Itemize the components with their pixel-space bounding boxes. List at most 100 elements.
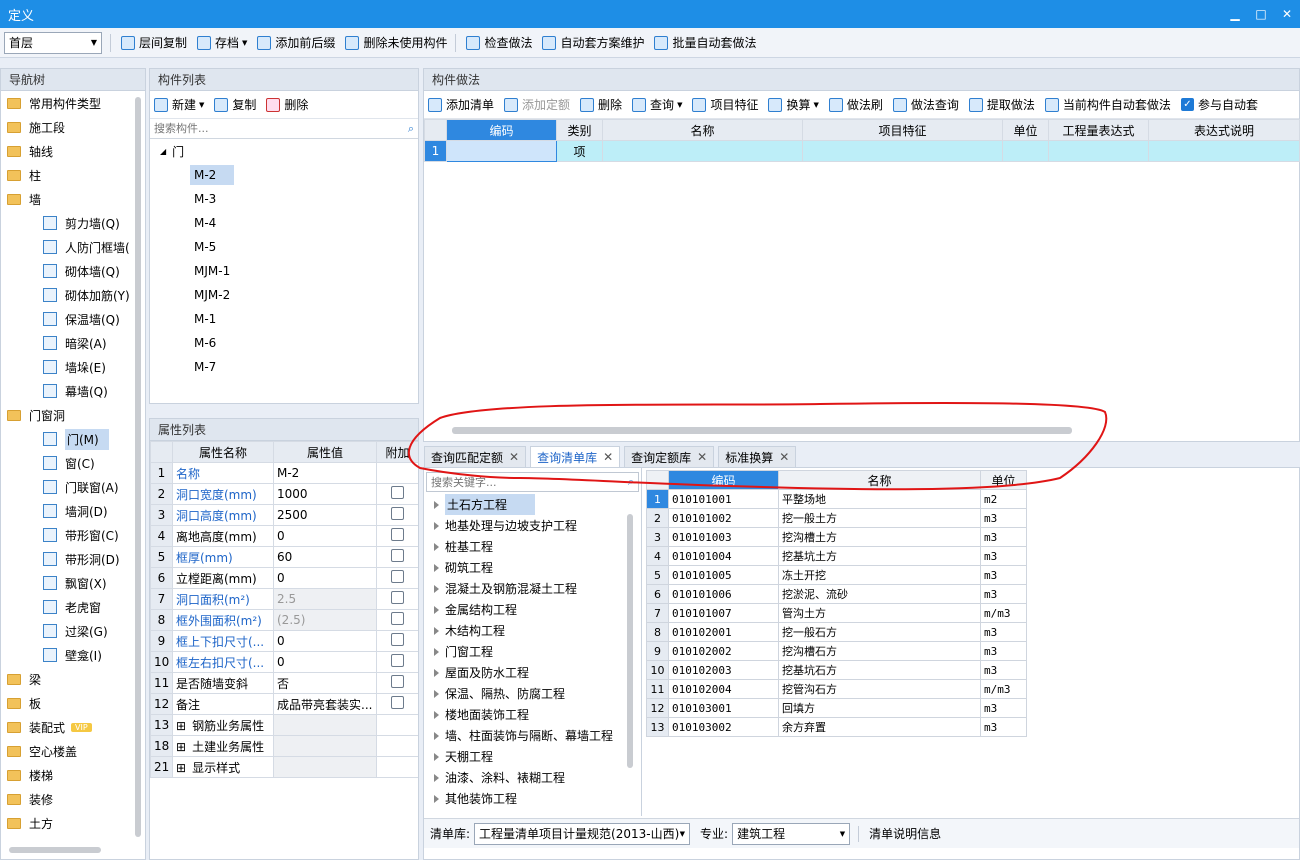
new-button[interactable]: 新建 ▼ xyxy=(154,96,204,113)
attach-checkbox[interactable] xyxy=(391,591,404,604)
method-cell-code[interactable] xyxy=(446,140,557,162)
convert-button[interactable]: 换算 ▼ xyxy=(768,96,819,113)
close-button[interactable]: ✕ xyxy=(1274,0,1300,28)
property-row[interactable]: 18 ⊞ 土建业务属性 xyxy=(150,735,418,757)
check-method-button[interactable]: 检查做法 xyxy=(466,34,532,51)
property-row[interactable]: 8 框外围面积(m²) (2.5) xyxy=(150,609,418,631)
query-tree-item[interactable]: 楼地面装饰工程 xyxy=(424,704,641,725)
nav-item[interactable]: 保温墙(Q) xyxy=(1,307,145,331)
method-cell-feature[interactable] xyxy=(802,140,1003,162)
property-value[interactable]: M-2 xyxy=(273,462,377,484)
expand-icon[interactable]: ⊞ xyxy=(176,761,186,775)
copy-button[interactable]: 复制 xyxy=(214,96,256,113)
minimize-button[interactable]: ▁ xyxy=(1222,0,1248,28)
property-value[interactable]: 1000 xyxy=(273,483,377,505)
auto-method-button[interactable]: 当前构件自动套做法 xyxy=(1044,96,1171,113)
attach-checkbox[interactable] xyxy=(391,654,404,667)
property-value[interactable]: 0 xyxy=(273,567,377,589)
property-row[interactable]: 13 ⊞ 钢筋业务属性 xyxy=(150,714,418,736)
query-row[interactable]: 6 010101006 挖淤泥、流砂 m3 xyxy=(646,584,1027,604)
property-row[interactable]: 12 备注 成品带亮套装实... xyxy=(150,693,418,715)
expand-icon[interactable] xyxy=(434,773,439,782)
property-row[interactable]: 21 ⊞ 显示样式 xyxy=(150,756,418,778)
property-row[interactable]: 3 洞口高度(mm) 2500 xyxy=(150,504,418,526)
nav-item[interactable]: 门联窗(A) xyxy=(1,475,145,499)
nav-item[interactable]: 柱 xyxy=(1,163,145,187)
component-item[interactable]: M-7 xyxy=(150,355,418,379)
attach-checkbox[interactable] xyxy=(391,675,404,688)
attach-checkbox[interactable] xyxy=(391,570,404,583)
nav-item[interactable]: 过梁(G) xyxy=(1,619,145,643)
nav-item[interactable]: 窗(C) xyxy=(1,451,145,475)
nav-hscrollbar[interactable] xyxy=(9,847,101,853)
property-value[interactable]: 60 xyxy=(273,546,377,568)
query-tree-item[interactable]: 桩基工程 xyxy=(424,536,641,557)
extract-method-button[interactable]: 提取做法 xyxy=(968,96,1035,113)
component-item[interactable]: M-6 xyxy=(150,331,418,355)
query-tree-item[interactable]: 天棚工程 xyxy=(424,746,641,767)
property-value[interactable]: 否 xyxy=(273,672,377,694)
nav-item[interactable]: 门(M) xyxy=(1,427,145,451)
nav-item[interactable]: 梁 xyxy=(1,667,145,691)
method-cell-expr[interactable] xyxy=(1048,140,1149,162)
add-quota-button[interactable]: 添加定额 xyxy=(504,96,570,113)
property-row[interactable]: 1 名称 M-2 xyxy=(150,462,418,484)
expand-icon[interactable]: ⊞ xyxy=(176,719,186,733)
expand-icon[interactable] xyxy=(434,500,439,509)
expand-icon[interactable] xyxy=(434,584,439,593)
property-value[interactable]: 2.5 xyxy=(273,588,377,610)
property-value[interactable]: 0 xyxy=(273,630,377,652)
attach-checkbox[interactable] xyxy=(391,507,404,520)
property-row[interactable]: 5 框厚(mm) 60 xyxy=(150,546,418,568)
nav-item[interactable]: 暗梁(A) xyxy=(1,331,145,355)
query-row[interactable]: 3 010101003 挖沟槽土方 m3 xyxy=(646,527,1027,547)
query-button[interactable]: 查询 ▼ xyxy=(632,96,682,113)
property-row[interactable]: 10 框左右扣尺寸(... 0 xyxy=(150,651,418,673)
nav-scrollbar[interactable] xyxy=(135,97,141,837)
nav-item[interactable]: 土方 xyxy=(1,811,145,835)
nav-item[interactable]: 墙垛(E) xyxy=(1,355,145,379)
attach-checkbox[interactable] xyxy=(391,549,404,562)
query-tree-item[interactable]: 屋面及防水工程 xyxy=(424,662,641,683)
query-tree-item[interactable]: 木结构工程 xyxy=(424,620,641,641)
query-tree-item[interactable]: 地基处理与边坡支护工程 xyxy=(424,515,641,536)
property-value[interactable] xyxy=(273,756,377,778)
nav-item[interactable]: 板 xyxy=(1,691,145,715)
query-row[interactable]: 5 010101005 冻土开挖 m3 xyxy=(646,565,1027,585)
list-info-link[interactable]: 清单说明信息 xyxy=(869,825,941,842)
nav-item[interactable]: 砌体加筋(Y) xyxy=(1,283,145,307)
component-item[interactable]: M-4 xyxy=(150,211,418,235)
expand-icon[interactable] xyxy=(434,563,439,572)
major-select[interactable]: 建筑工程 ▼ xyxy=(732,822,851,845)
property-value[interactable]: 成品带亮套装实... xyxy=(273,693,377,715)
expand-icon[interactable] xyxy=(434,794,439,803)
query-row[interactable]: 11 010102004 挖管沟石方 m/m3 xyxy=(646,679,1027,699)
expand-icon[interactable] xyxy=(434,668,439,677)
query-row[interactable]: 7 010101007 管沟土方 m/m3 xyxy=(646,603,1027,623)
item-feature-button[interactable]: 项目特征 xyxy=(692,96,758,113)
attach-checkbox[interactable] xyxy=(391,528,404,541)
nav-item[interactable]: 装配式 VIP xyxy=(1,715,145,739)
nav-item[interactable]: 壁龛(I) xyxy=(1,643,145,667)
component-item[interactable]: M-2 xyxy=(150,163,418,187)
expand-icon[interactable] xyxy=(434,689,439,698)
join-auto-checkbox[interactable]: ✓ 参与自动套 xyxy=(1180,96,1258,113)
query-tree-item[interactable]: 保温、隔热、防腐工程 xyxy=(424,683,641,704)
property-value[interactable] xyxy=(273,735,377,757)
delete-button[interactable]: 删除 xyxy=(266,96,308,113)
nav-item[interactable]: 空心楼盖 xyxy=(1,739,145,763)
method-cell-name[interactable] xyxy=(602,140,803,162)
nav-item[interactable]: 施工段 xyxy=(1,115,145,139)
collapse-icon[interactable]: ◢ xyxy=(160,147,166,156)
method-cell-desc[interactable] xyxy=(1148,140,1300,162)
property-value[interactable]: 2500 xyxy=(273,504,377,526)
nav-item[interactable]: 门窗洞 xyxy=(1,403,145,427)
batch-auto-button[interactable]: 批量自动套做法 xyxy=(654,34,757,51)
method-row[interactable]: 1项 xyxy=(424,140,1300,162)
expand-icon[interactable] xyxy=(434,626,439,635)
query-row[interactable]: 4 010101004 挖基坑土方 m3 xyxy=(646,546,1027,566)
component-group[interactable]: ◢ 门 xyxy=(150,139,418,163)
query-row[interactable]: 13 010103002 余方弃置 m3 xyxy=(646,717,1027,737)
query-row[interactable]: 9 010102002 挖沟槽石方 m3 xyxy=(646,641,1027,661)
auto-scheme-button[interactable]: 自动套方案维护 xyxy=(542,34,644,51)
